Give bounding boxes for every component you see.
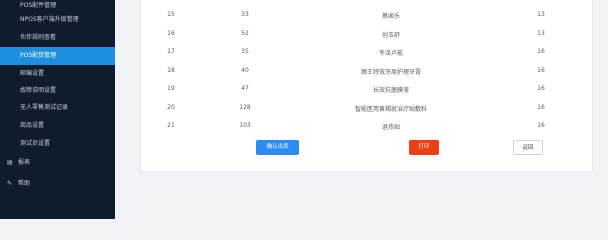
sidebar-item-1[interactable]: NPOS客户端升级管理	[0, 11, 115, 29]
table-row: 16 52 创玉舒 13	[141, 25, 594, 41]
sidebar-item-label: 邮编设置	[20, 70, 45, 77]
table-cell: 冬泽卢能	[378, 50, 403, 57]
table-cell: 20	[167, 103, 175, 111]
sidebar-item-label: 无人零售测试记录	[20, 104, 69, 111]
wrench-icon: ✎	[7, 180, 13, 187]
sidebar-item-label: 测试员设置	[20, 140, 51, 147]
table-cell: 退热贴	[381, 124, 400, 131]
table-cell: 长效抗菌膜液	[372, 87, 409, 94]
sidebar-item-6[interactable]: 无人零售测试记录	[0, 99, 115, 117]
sidebar-item-label: 伙伴规则查看	[20, 34, 57, 41]
table-cell: 15	[167, 11, 175, 18]
sidebar-item-10[interactable]: ✎ 帮助	[0, 175, 115, 193]
back-button[interactable]: 返回	[513, 140, 543, 155]
document-icon: ▤	[7, 159, 13, 166]
table-cell: 16	[537, 122, 545, 129]
table-row: 19 47 长效抗菌膜液 16	[141, 80, 594, 96]
table-cell: 创玉舒	[381, 31, 400, 39]
table-cell: 16	[537, 48, 545, 55]
sidebar-item-label: POS配货管理	[20, 52, 57, 59]
sidebar-item-label: NPOS客户端升级管理	[20, 16, 79, 23]
table-cell: 33	[241, 11, 249, 18]
main-content: 21 103 退热贴 16 20 128 智能医用黄褐斑治疗贴敷料 16 19 47 长效抗菌膜液 1…	[115, 0, 608, 219]
table-cell: 16	[167, 29, 175, 37]
table-cell: 智能医用黄褐斑治疗贴敷料	[354, 105, 427, 113]
sidebar-item-label: 故障说明设置	[20, 87, 57, 94]
sidebar-item-8[interactable]: 测试员设置	[0, 135, 115, 153]
sidebar-item-7[interactable]: 商品设置	[0, 117, 115, 135]
sidebar-item-5[interactable]: 故障说明设置	[0, 82, 115, 100]
sidebar-item-4[interactable]: 邮编设置	[0, 65, 115, 83]
table-cell: 47	[241, 85, 249, 92]
sidebar-item-3[interactable]: POS配货管理	[0, 47, 115, 65]
table-cell: 16	[537, 103, 545, 111]
sidebar-item-label: 报表	[18, 159, 31, 166]
sidebar: POS配件管理 NPOS客户端升级管理 伙伴规则查看 POS配货管理 邮编设置故障说明设…	[0, 0, 115, 219]
table-row: 18 40 狮王特效牙周护理牙膏 16	[141, 62, 594, 78]
sidebar-item-2[interactable]: 伙伴规则查看	[0, 29, 115, 47]
table-cell: 16	[537, 85, 545, 92]
table-row: 17 35 冬泽卢能 16	[141, 43, 594, 59]
sidebar-item-9[interactable]: ▤ 报表	[0, 154, 115, 172]
table-cell: 蔡卤乐	[381, 13, 400, 20]
sidebar-item-label: 商品设置	[20, 122, 45, 129]
table-cell: 17	[167, 48, 175, 55]
sidebar-item-label: 帮助	[18, 180, 31, 187]
table-cell: 52	[241, 29, 249, 37]
table-row: 20 128 智能医用黄褐斑治疗贴敷料 16	[141, 99, 594, 115]
table-cell: 103	[239, 122, 251, 129]
table-cell: 35	[241, 48, 249, 55]
shipment-panel: 21 103 退热贴 16 20 128 智能医用黄褐斑治疗贴敷料 16 19 47 长效抗菌膜液 1…	[140, 0, 593, 172]
table-cell: 狮王特效牙周护理牙膏	[360, 68, 421, 76]
table-cell: 13	[537, 11, 545, 18]
table-cell: 21	[167, 122, 175, 129]
table-row: 21 103 退热贴 16	[141, 117, 594, 133]
print-button[interactable]: 打印	[409, 140, 439, 155]
table-cell: 13	[537, 29, 545, 37]
table-cell: 16	[537, 66, 545, 74]
table-cell: 128	[239, 103, 251, 111]
table-row: 15 33 蔡卤乐 13	[141, 6, 594, 22]
confirm-shipment-button[interactable]: 确认出货	[256, 140, 299, 155]
table-cell: 19	[167, 85, 175, 92]
table-cell: 40	[241, 66, 249, 74]
table-cell: 18	[167, 66, 175, 74]
sidebar-item-label: POS配件管理	[20, 2, 57, 9]
